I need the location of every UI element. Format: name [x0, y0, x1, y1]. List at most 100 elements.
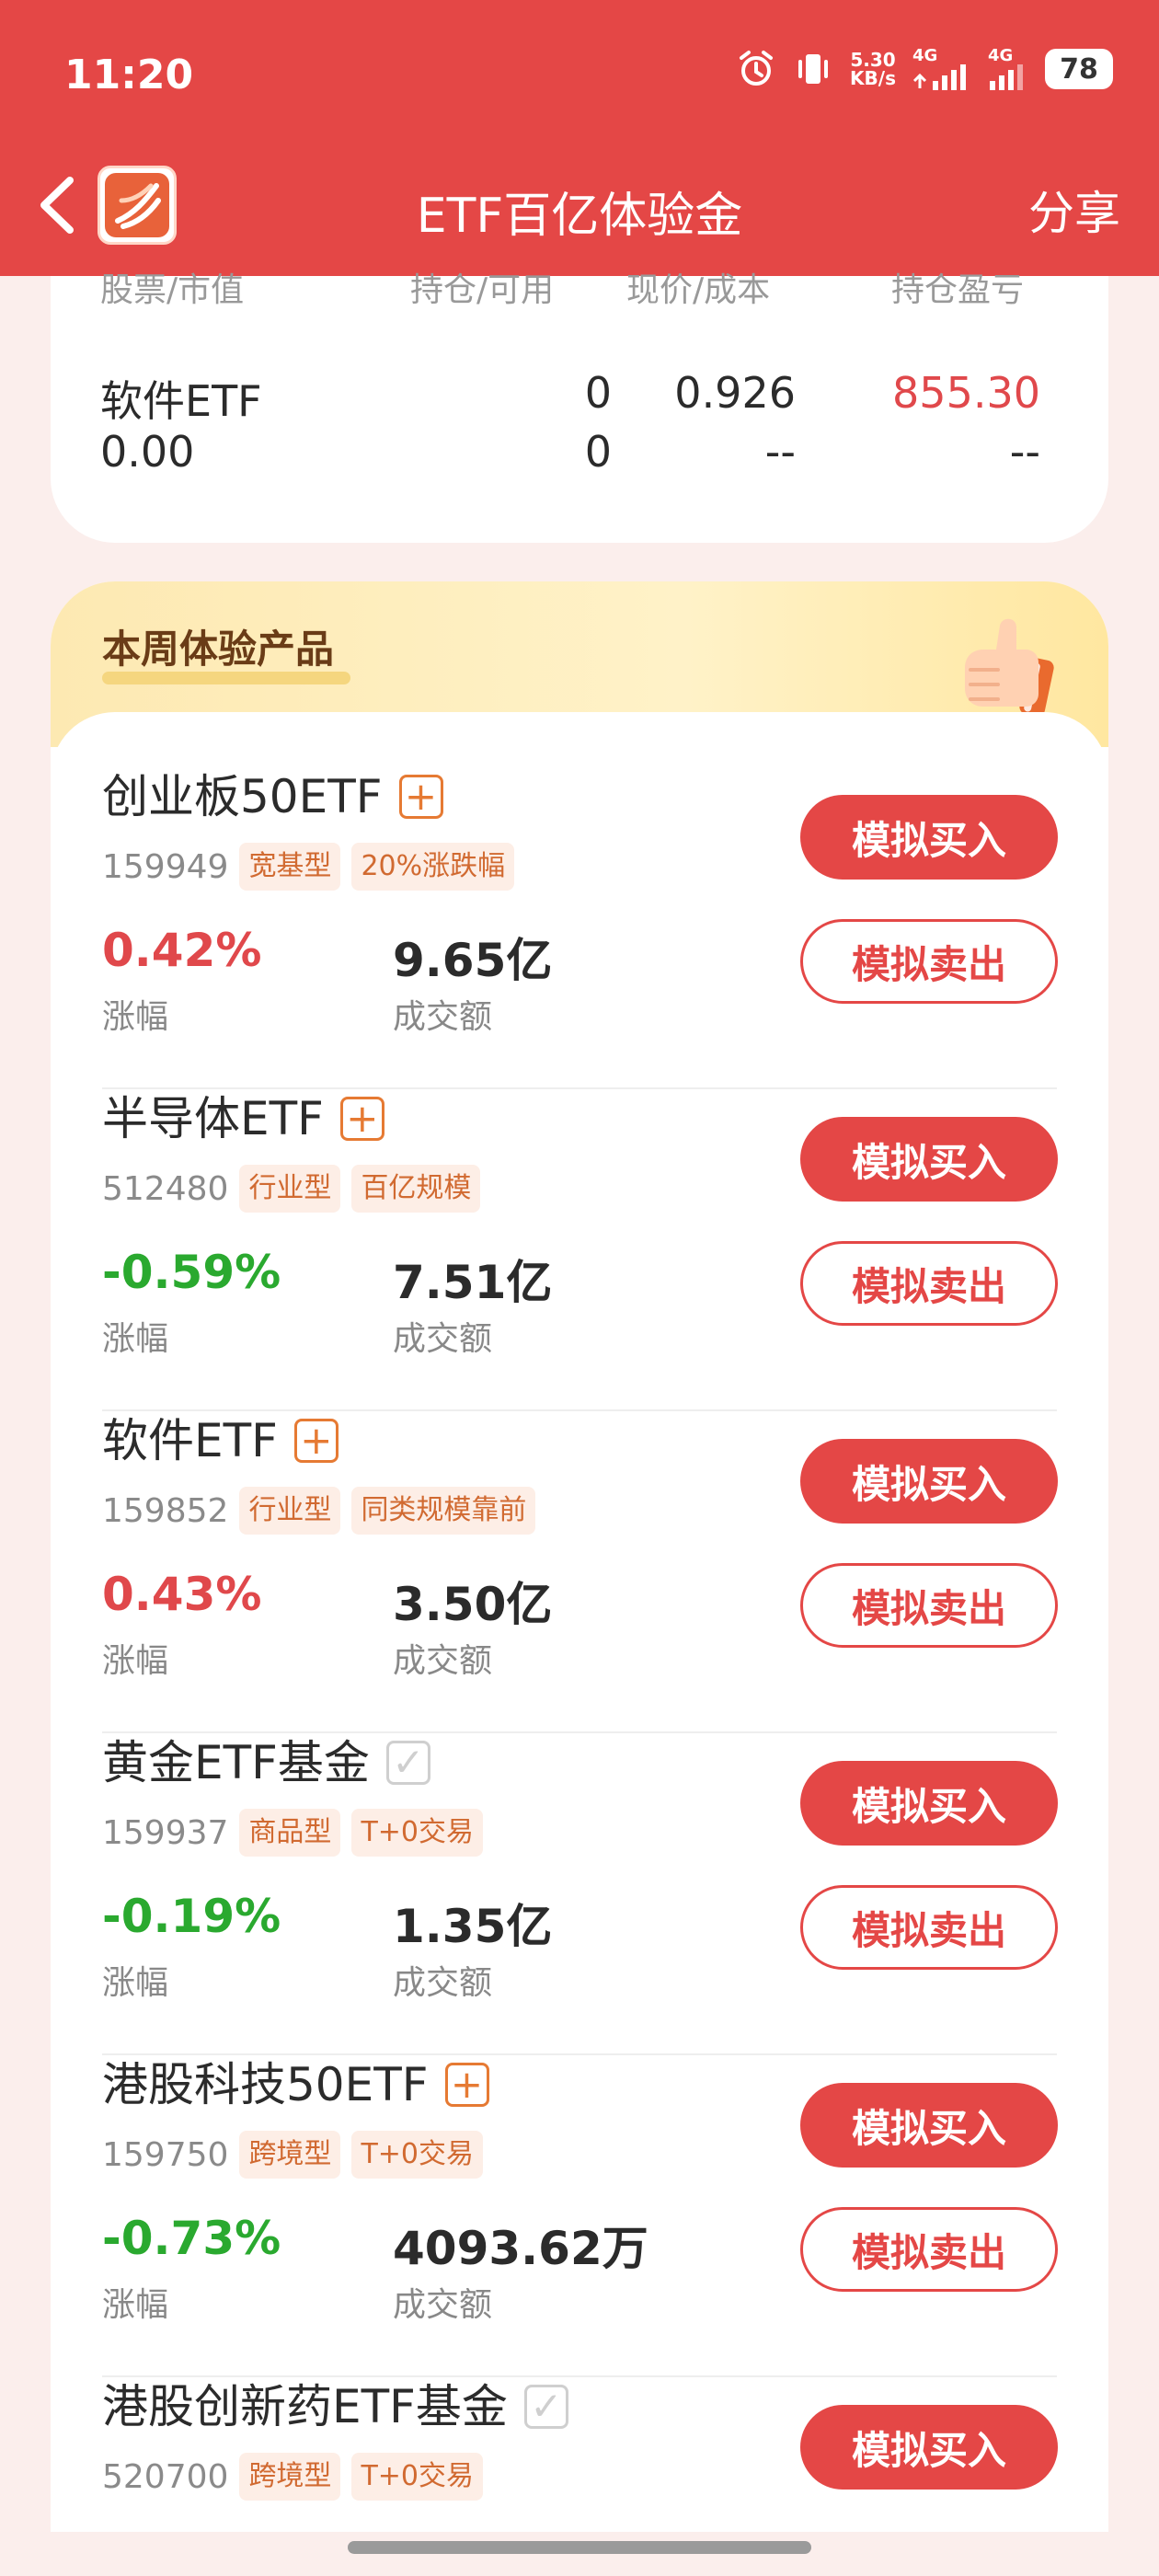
product-item: 黄金ETF基金 ✓ 159937 商品型 T+0交易 -0.19% 涨幅 1.3…: [51, 1733, 1108, 2055]
added-check-icon[interactable]: ✓: [523, 2385, 568, 2429]
battery-level: 78: [1060, 52, 1098, 86]
change-value: 0.42%: [102, 924, 262, 977]
product-list: 创业板50ETF + 159949 宽基型 20%涨跌幅 0.42% 涨幅 9.…: [51, 712, 1108, 2532]
add-watchlist-icon[interactable]: +: [339, 1097, 384, 1141]
speed-unit: KB/s: [850, 67, 896, 89]
change-label: 涨幅: [102, 998, 169, 1036]
product-name-row: 软件ETF +: [102, 1411, 339, 1470]
turnover-label: 成交额: [393, 1964, 493, 2002]
product-code: 159852: [102, 1491, 229, 1530]
simulate-sell-button[interactable]: 模拟卖出: [800, 2207, 1058, 2292]
product-tag: 百亿规模: [351, 1165, 481, 1213]
product-item: 港股科技50ETF + 159750 跨境型 T+0交易 -0.73% 涨幅 4…: [51, 2055, 1108, 2377]
simulate-buy-button[interactable]: 模拟买入: [800, 2405, 1058, 2490]
simulate-sell-button[interactable]: 模拟卖出: [800, 1885, 1058, 1970]
product-tag: T+0交易: [351, 2453, 483, 2501]
product-code: 512480: [102, 1169, 229, 1208]
holding-price: 0.926: [674, 368, 796, 418]
turnover-label: 成交额: [393, 998, 493, 1036]
turnover-label: 成交额: [393, 1320, 493, 1358]
product-tag: 同类规模靠前: [351, 1487, 536, 1535]
add-watchlist-icon[interactable]: +: [398, 775, 443, 819]
product-name-row: 创业板50ETF +: [102, 767, 443, 826]
turnover-label: 成交额: [393, 2286, 493, 2324]
weekly-products-section: 本周体验产品 创业板50ETF + 159949 宽基型 20%涨跌幅 0.42…: [51, 581, 1108, 2532]
simulate-sell-button[interactable]: 模拟卖出: [800, 919, 1058, 1004]
column-pnl: 持仓盈亏: [891, 271, 1025, 309]
turnover-value: 4093.62万: [393, 2222, 648, 2275]
simulate-buy-button[interactable]: 模拟买入: [800, 1439, 1058, 1524]
turnover-value: 1.35亿: [393, 1900, 553, 1953]
product-code-row: 512480 行业型 百亿规模: [102, 1165, 481, 1213]
product-name: 软件ETF: [102, 1414, 278, 1467]
add-watchlist-icon[interactable]: +: [444, 2063, 489, 2107]
product-code: 159949: [102, 847, 229, 886]
holding-cost: --: [764, 427, 796, 477]
holdings-header: 股票/市值 持仓/可用 现价/成本 持仓盈亏: [51, 263, 1108, 309]
holding-position: 0: [584, 368, 612, 418]
product-name: 创业板50ETF: [102, 770, 383, 823]
page-title: ETF百亿体验金: [416, 189, 743, 244]
simulate-buy-button[interactable]: 模拟买入: [800, 795, 1058, 880]
product-code: 520700: [102, 2457, 229, 2496]
signal-icon: 4G: [912, 48, 971, 90]
product-code: 159937: [102, 1813, 229, 1852]
product-tag: 行业型: [239, 1165, 341, 1213]
speed-value: 5.30: [850, 49, 896, 71]
product-item: 创业板50ETF + 159949 宽基型 20%涨跌幅 0.42% 涨幅 9.…: [51, 767, 1108, 1089]
share-button[interactable]: 分享: [1028, 177, 1120, 243]
product-code: 159750: [102, 2135, 229, 2174]
simulate-buy-button[interactable]: 模拟买入: [800, 2083, 1058, 2168]
thumbs-up-icon: [943, 602, 1072, 730]
product-tag: 行业型: [239, 1487, 341, 1535]
holding-available: 0: [584, 427, 612, 477]
signal-icon-2: 4G: [988, 48, 1028, 90]
status-time: 11:20: [64, 52, 194, 98]
product-code-row: 159852 行业型 同类规模靠前: [102, 1487, 536, 1535]
product-name: 港股科技50ETF: [102, 2058, 429, 2111]
product-name-row: 半导体ETF +: [102, 1089, 384, 1148]
simulate-sell-button[interactable]: 模拟卖出: [800, 1563, 1058, 1648]
turnover-value: 9.65亿: [393, 934, 553, 987]
product-code-row: 520700 跨境型 T+0交易: [102, 2453, 483, 2501]
column-price: 现价/成本: [626, 271, 771, 309]
network-label-2: 4G: [988, 46, 1014, 65]
product-tag: 宽基型: [239, 843, 341, 891]
product-tag: 商品型: [239, 1809, 341, 1857]
column-position: 持仓/可用: [410, 271, 555, 309]
simulate-buy-button[interactable]: 模拟买入: [800, 1761, 1058, 1846]
network-speed: 5.30 KB/s: [850, 51, 896, 87]
product-tag: T+0交易: [351, 1809, 483, 1857]
product-item: 软件ETF + 159852 行业型 同类规模靠前 0.43% 涨幅 3.50亿…: [51, 1411, 1108, 1733]
holdings-card: 股票/市值 持仓/可用 现价/成本 持仓盈亏 软件ETF 0.00 0 0 0.…: [51, 271, 1108, 543]
simulate-buy-button[interactable]: 模拟买入: [800, 1117, 1058, 1202]
vibrate-icon: [793, 49, 833, 89]
product-code-row: 159937 商品型 T+0交易: [102, 1809, 483, 1857]
product-name-row: 港股创新药ETF基金 ✓: [102, 2377, 568, 2436]
holding-name: 软件ETF: [100, 376, 262, 426]
simulate-sell-button[interactable]: 模拟卖出: [800, 1241, 1058, 1326]
turnover-value: 7.51亿: [393, 1256, 553, 1309]
holding-pnl: 855.30: [892, 368, 1040, 418]
product-code-row: 159750 跨境型 T+0交易: [102, 2131, 483, 2179]
added-check-icon[interactable]: ✓: [385, 1741, 430, 1785]
network-label-1: 4G: [912, 46, 938, 65]
add-watchlist-icon[interactable]: +: [293, 1419, 339, 1463]
column-stock[interactable]: 股票/市值: [100, 263, 244, 311]
change-label: 涨幅: [102, 1642, 169, 1680]
product-tag: T+0交易: [351, 2131, 483, 2179]
battery-icon: 78: [1045, 49, 1113, 89]
alarm-icon: [736, 49, 776, 89]
product-code-row: 159949 宽基型 20%涨跌幅: [102, 843, 515, 891]
section-title: 本周体验产品: [102, 627, 335, 672]
turnover-label: 成交额: [393, 1642, 493, 1680]
change-label: 涨幅: [102, 1320, 169, 1358]
product-tag: 跨境型: [239, 2131, 341, 2179]
product-tag: 跨境型: [239, 2453, 341, 2501]
holding-pnl-pct: --: [1009, 427, 1040, 477]
change-label: 涨幅: [102, 2286, 169, 2324]
status-icons: 5.30 KB/s 4G 4G 78: [736, 48, 1113, 90]
change-label: 涨幅: [102, 1964, 169, 2002]
home-indicator[interactable]: [348, 2541, 811, 2554]
product-item: 港股创新药ETF基金 ✓ 520700 跨境型 T+0交易 模拟买入: [51, 2377, 1108, 2532]
